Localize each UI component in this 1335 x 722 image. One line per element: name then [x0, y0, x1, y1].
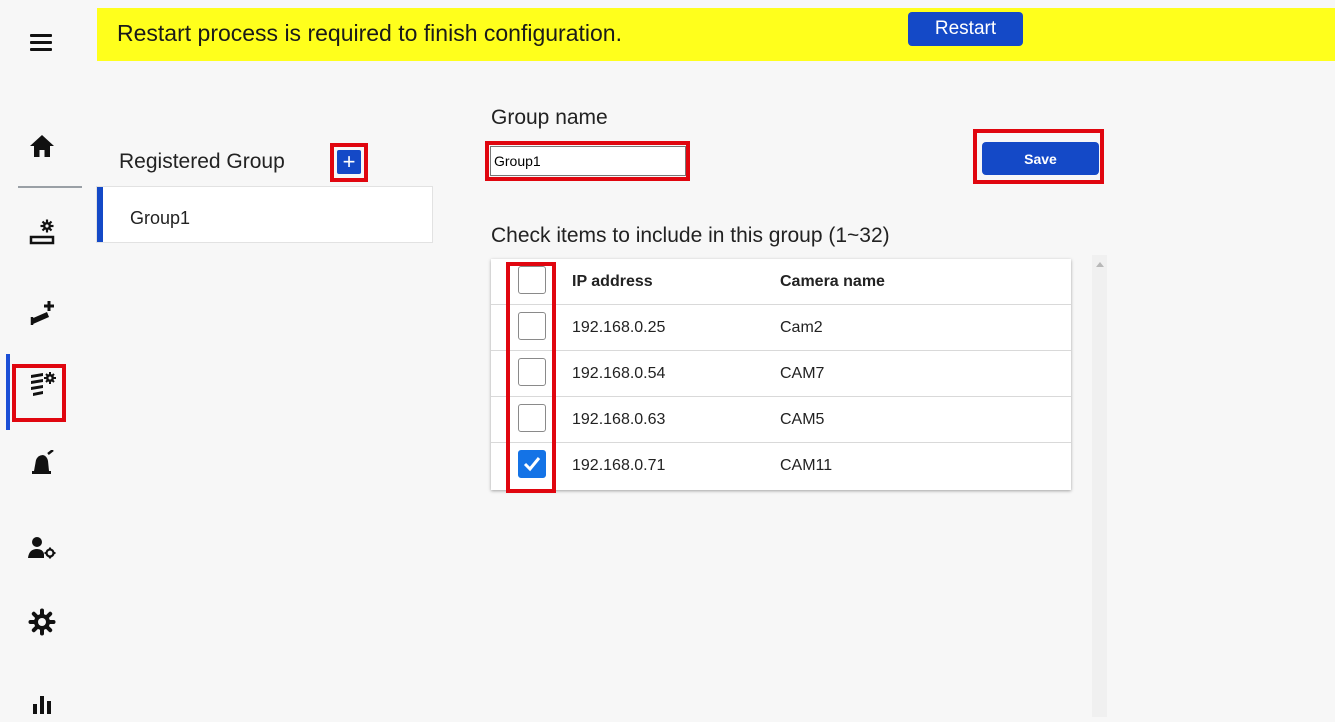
- camera-name-cell: CAM7: [780, 365, 825, 382]
- group-item-label: Group1: [130, 208, 191, 228]
- ip-cell: 192.168.0.54: [572, 365, 666, 382]
- statistics-icon[interactable]: [22, 682, 62, 722]
- highlight-checkbox-column: [506, 262, 556, 493]
- active-nav-indicator: [6, 354, 10, 430]
- scrollbar[interactable]: [1092, 255, 1107, 717]
- menu-icon[interactable]: [30, 34, 52, 52]
- alarm-settings-icon[interactable]: [22, 444, 62, 484]
- table-row[interactable]: 192.168.0.25 Cam2: [491, 305, 1071, 351]
- table-header-row: IP address Camera name: [491, 259, 1071, 305]
- sidebar: [0, 0, 96, 717]
- camera-name-cell: CAM5: [780, 411, 825, 428]
- selected-indicator: [97, 187, 103, 242]
- ip-cell: 192.168.0.25: [572, 319, 666, 336]
- restart-button[interactable]: Restart: [908, 12, 1023, 46]
- highlight-nav-group-settings: [12, 364, 66, 422]
- device-settings-icon[interactable]: [22, 212, 62, 252]
- group-list: Group1: [96, 186, 433, 243]
- table-row[interactable]: 192.168.0.54 CAM7: [491, 351, 1071, 397]
- table-row[interactable]: 192.168.0.63 CAM5: [491, 397, 1071, 443]
- restart-message: Restart process is required to finish co…: [117, 20, 622, 46]
- user-settings-icon[interactable]: [22, 528, 62, 568]
- scroll-up-arrow-icon[interactable]: [1096, 262, 1104, 267]
- highlight-group-name: [485, 141, 690, 181]
- column-header-ip: IP address: [572, 273, 653, 290]
- gear-icon[interactable]: [22, 602, 62, 642]
- group-name-label: Group name: [491, 106, 608, 129]
- ip-cell: 192.168.0.71: [572, 457, 666, 474]
- camera-name-cell: Cam2: [780, 319, 823, 336]
- camera-name-cell: CAM11: [780, 457, 833, 474]
- registered-group-title: Registered Group: [119, 150, 285, 173]
- highlight-add-group: [330, 143, 368, 182]
- home-icon[interactable]: [22, 126, 62, 166]
- column-header-camera-name: Camera name: [780, 273, 885, 290]
- group-list-item[interactable]: Group1: [97, 187, 432, 242]
- camera-table: IP address Camera name 192.168.0.25 Cam2…: [491, 259, 1071, 490]
- ip-cell: 192.168.0.63: [572, 411, 666, 428]
- add-camera-icon[interactable]: [22, 294, 62, 334]
- check-items-hint: Check items to include in this group (1~…: [491, 224, 890, 247]
- sidebar-divider: [18, 186, 82, 188]
- table-row[interactable]: 192.168.0.71 CAM11: [491, 443, 1071, 489]
- highlight-save: [973, 129, 1104, 184]
- restart-banner: Restart process is required to finish co…: [97, 8, 1335, 61]
